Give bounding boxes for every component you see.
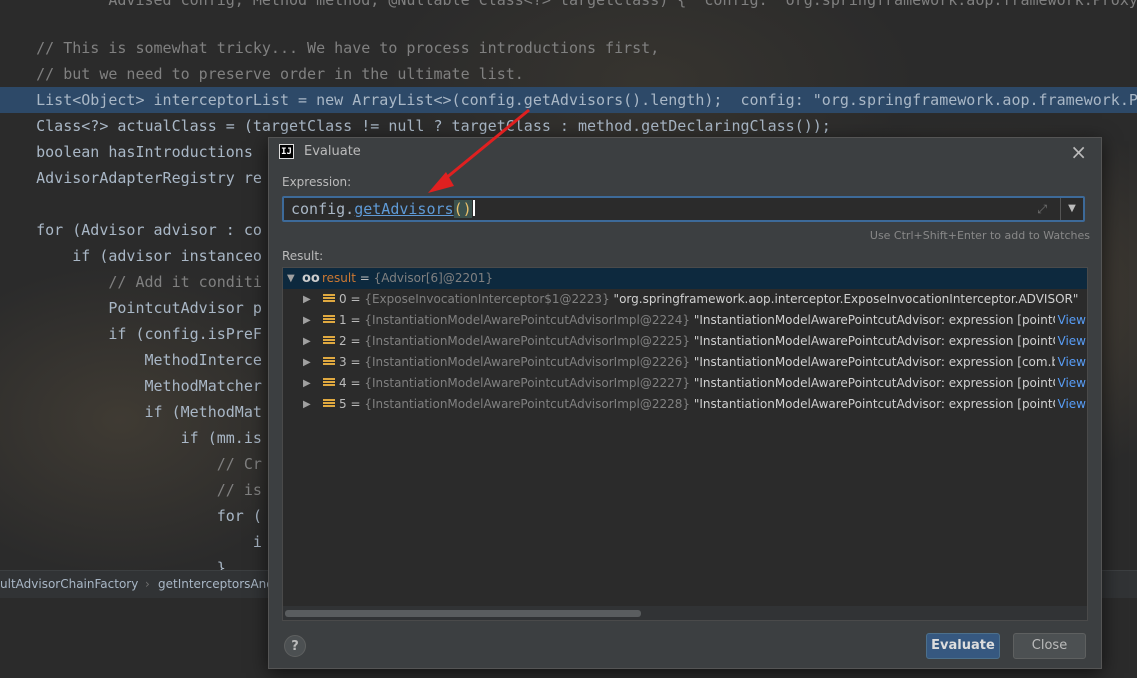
chevron-right-icon[interactable]: ▶ <box>303 352 311 373</box>
evaluate-button[interactable]: Evaluate <box>926 633 1000 659</box>
chevron-right-icon[interactable]: ▶ <box>303 310 311 331</box>
code-text: MethodInterce <box>0 351 262 369</box>
code-text: Class<?> actualClass = (targetClass != n… <box>0 117 831 135</box>
code-line: Class<?> actualClass = (targetClass != n… <box>0 113 1137 139</box>
intellij-icon: IJ <box>279 144 294 159</box>
item-type: {InstantiationModelAwarePointcutAdvisorI… <box>364 376 691 390</box>
code-text: for ( <box>0 507 262 525</box>
tree-row-root[interactable]: ▼ oo result = {Advisor[6]@2201} <box>283 268 1087 289</box>
code-line: Advised config, Method method, @Nullable… <box>0 0 1137 13</box>
result-type: {Advisor[6]@2201} <box>373 271 494 285</box>
item-value: "InstantiationModelAwarePointcutAdvisor:… <box>693 376 1085 390</box>
dialog-titlebar[interactable]: IJ Evaluate × <box>269 138 1101 166</box>
chevron-right-icon[interactable]: ▶ <box>303 331 311 352</box>
view-link[interactable]: View <box>1054 394 1086 415</box>
code-line: // This is somewhat tricky... We have to… <box>0 35 1137 61</box>
expression-target: config. <box>291 200 355 218</box>
item-value: "InstantiationModelAwarePointcutAdvisor:… <box>693 313 1085 327</box>
help-button[interactable]: ? <box>284 635 306 657</box>
array-element-icon <box>323 398 335 410</box>
view-link[interactable]: View <box>1054 352 1086 373</box>
result-name: result <box>322 271 356 285</box>
view-link[interactable]: View <box>1054 373 1086 394</box>
item-value: "InstantiationModelAwarePointcutAdvisor:… <box>693 334 1085 348</box>
item-type: {InstantiationModelAwarePointcutAdvisorI… <box>364 355 691 369</box>
dialog-title: Evaluate <box>304 144 361 159</box>
code-line-current: List<Object> interceptorList = new Array… <box>0 87 1137 113</box>
tree-row[interactable]: ▶ 2 = {InstantiationModelAwarePointcutAd… <box>283 331 1087 352</box>
tree-row[interactable]: ▶ 1 = {InstantiationModelAwarePointcutAd… <box>283 310 1087 331</box>
array-element-icon <box>323 356 335 368</box>
item-type: {InstantiationModelAwarePointcutAdvisorI… <box>364 397 691 411</box>
item-type: {ExposeInvocationInterceptor$1@2223} <box>364 292 610 306</box>
code-text: i <box>0 533 262 551</box>
result-tree[interactable]: ▼ oo result = {Advisor[6]@2201} ▶ 0 = {E… <box>282 267 1088 621</box>
code-text: MethodMatcher <box>0 377 262 395</box>
expression-parens: () <box>453 200 472 218</box>
code-text: if (config.isPreF <box>0 325 262 343</box>
array-element-icon <box>323 335 335 347</box>
item-index: 0 <box>339 292 347 306</box>
code-comment: // Add it conditi <box>0 273 262 291</box>
code-line: // but we need to preserve order in the … <box>0 61 1137 87</box>
history-dropdown-button[interactable]: ▼ <box>1060 198 1083 220</box>
chevron-down-icon[interactable]: ▼ <box>287 268 295 289</box>
evaluate-dialog: IJ Evaluate × Expression: config.getAdvi… <box>268 137 1102 669</box>
item-index: 1 <box>339 313 347 327</box>
code-text: AdvisorAdapterRegistry re <box>0 169 262 187</box>
result-label: Result: <box>282 249 324 263</box>
watches-hint: Use Ctrl+Shift+Enter to add to Watches <box>869 229 1090 242</box>
tree-row[interactable]: ▶ 0 = {ExposeInvocationInterceptor$1@222… <box>283 289 1087 310</box>
item-index: 4 <box>339 376 347 390</box>
code-text: PointcutAdvisor p <box>0 299 262 317</box>
code-text: if (advisor instanceo <box>0 247 262 265</box>
close-button[interactable]: Close <box>1013 633 1086 659</box>
chevron-right-icon[interactable]: ▶ <box>303 394 311 415</box>
item-index: 2 <box>339 334 347 348</box>
code-text: Advised config, Method method, @Nullable… <box>36 0 1137 9</box>
code-text: boolean hasIntroductions <box>0 143 253 161</box>
code-comment: // This is somewhat tricky... We have to… <box>0 39 660 57</box>
chevron-right-icon[interactable]: ▶ <box>303 289 311 310</box>
scrollbar-thumb[interactable] <box>285 610 641 617</box>
code-text: List<Object> interceptorList = new Array… <box>0 91 1137 109</box>
breadcrumb-item-method[interactable]: getInterceptorsAnd <box>158 577 274 591</box>
expand-icon[interactable]: ⤢ <box>1037 202 1047 217</box>
array-element-icon <box>323 293 335 305</box>
array-element-icon <box>323 314 335 326</box>
code-comment: // is <box>0 481 262 499</box>
item-value: "org.springframework.aop.interceptor.Exp… <box>613 292 1079 306</box>
tree-row[interactable]: ▶ 4 = {InstantiationModelAwarePointcutAd… <box>283 373 1087 394</box>
view-link[interactable]: View <box>1054 331 1086 352</box>
item-index: 3 <box>339 355 347 369</box>
code-comment: // Cr <box>0 455 262 473</box>
expression-text[interactable]: config.getAdvisors() <box>291 200 475 218</box>
chevron-down-icon: ▼ <box>1068 203 1076 214</box>
code-comment: // but we need to preserve order in the … <box>0 65 524 83</box>
tree-row[interactable]: ▶ 3 = {InstantiationModelAwarePointcutAd… <box>283 352 1087 373</box>
text-caret <box>472 200 475 216</box>
close-icon[interactable]: × <box>1070 140 1087 164</box>
code-text: for (Advisor advisor : co <box>0 221 262 239</box>
item-value: "InstantiationModelAwarePointcutAdvisor:… <box>693 355 1082 369</box>
code-text: if (MethodMat <box>0 403 262 421</box>
expression-label: Expression: <box>282 175 352 189</box>
horizontal-scrollbar[interactable] <box>283 606 1087 620</box>
array-element-icon <box>323 377 335 389</box>
item-type: {InstantiationModelAwarePointcutAdvisorI… <box>364 313 691 327</box>
expression-input[interactable]: config.getAdvisors() ⤢ ▼ <box>282 196 1085 222</box>
item-value: "InstantiationModelAwarePointcutAdvisor:… <box>693 397 1085 411</box>
watch-glasses-icon: oo <box>302 271 320 286</box>
item-index: 5 <box>339 397 347 411</box>
view-link[interactable]: View <box>1054 310 1086 331</box>
tree-row[interactable]: ▶ 5 = {InstantiationModelAwarePointcutAd… <box>283 394 1087 415</box>
chevron-right-icon: › <box>145 577 150 591</box>
expression-method: getAdvisors <box>354 200 454 218</box>
code-text: if (mm.is <box>0 429 262 447</box>
chevron-right-icon[interactable]: ▶ <box>303 373 311 394</box>
code-text: } <box>0 559 226 570</box>
item-type: {InstantiationModelAwarePointcutAdvisorI… <box>364 334 691 348</box>
breadcrumb-item-class[interactable]: ultAdvisorChainFactory <box>0 577 138 591</box>
